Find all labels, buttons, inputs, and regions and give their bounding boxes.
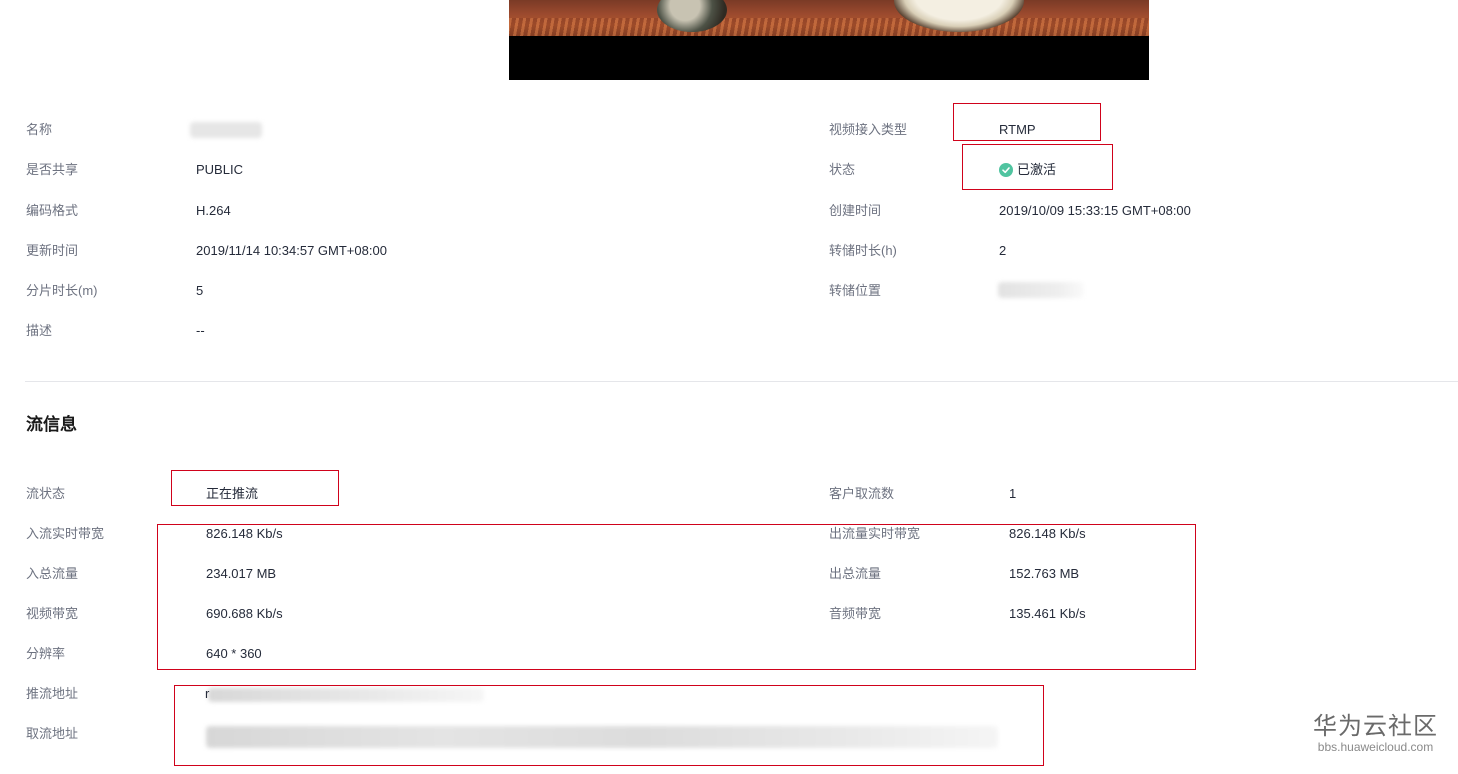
created-label: 创建时间 bbox=[829, 203, 882, 218]
video-preview[interactable] bbox=[509, 0, 1149, 80]
video-bandwidth-label: 视频带宽 bbox=[26, 606, 79, 621]
watermark-title: 华为云社区 bbox=[1313, 712, 1438, 740]
watermark-url: bbs.huaweicloud.com bbox=[1317, 740, 1434, 754]
pull-url-label: 取流地址 bbox=[26, 726, 79, 741]
updated-label: 更新时间 bbox=[26, 243, 79, 258]
codec-value: H.264 bbox=[196, 203, 231, 218]
share-value: PUBLIC bbox=[196, 162, 243, 177]
stream-info-title: 流信息 bbox=[26, 415, 77, 434]
push-url-label: 推流地址 bbox=[26, 686, 79, 701]
name-label: 名称 bbox=[26, 122, 53, 137]
description-value: -- bbox=[196, 323, 205, 338]
updated-value: 2019/11/14 10:34:57 GMT+08:00 bbox=[196, 243, 387, 258]
access-type-label: 视频接入类型 bbox=[829, 122, 908, 137]
segment-label: 分片时长(m) bbox=[26, 283, 98, 298]
highlight-box-bandwidth bbox=[157, 524, 1196, 670]
status-label: 状态 bbox=[829, 162, 856, 177]
name-value-redacted bbox=[190, 122, 262, 138]
in-total-label: 入总流量 bbox=[26, 566, 79, 581]
codec-label: 编码格式 bbox=[26, 203, 79, 218]
highlight-box-status bbox=[962, 144, 1113, 190]
client-count-label: 客户取流数 bbox=[829, 486, 895, 501]
section-divider bbox=[25, 381, 1458, 382]
description-label: 描述 bbox=[26, 323, 53, 338]
highlight-box-urls bbox=[174, 685, 1044, 766]
storage-location-label: 转储位置 bbox=[829, 283, 882, 298]
client-count-value: 1 bbox=[1009, 486, 1017, 501]
highlight-box-access-type bbox=[953, 103, 1101, 141]
highlight-box-stream-state bbox=[171, 470, 339, 506]
in-bandwidth-label: 入流实时带宽 bbox=[26, 526, 105, 541]
storage-location-redacted bbox=[998, 282, 1084, 298]
storage-duration-value: 2 bbox=[999, 243, 1007, 258]
video-frame-image bbox=[509, 0, 1149, 36]
share-label: 是否共享 bbox=[26, 162, 79, 177]
segment-value: 5 bbox=[196, 283, 204, 298]
storage-duration-label: 转储时长(h) bbox=[829, 243, 897, 258]
watermark: 华为云社区 bbs.huaweicloud.com bbox=[1313, 712, 1438, 754]
created-value: 2019/10/09 15:33:15 GMT+08:00 bbox=[999, 203, 1191, 218]
resolution-label: 分辨率 bbox=[26, 646, 66, 661]
stream-state-label: 流状态 bbox=[26, 486, 66, 501]
